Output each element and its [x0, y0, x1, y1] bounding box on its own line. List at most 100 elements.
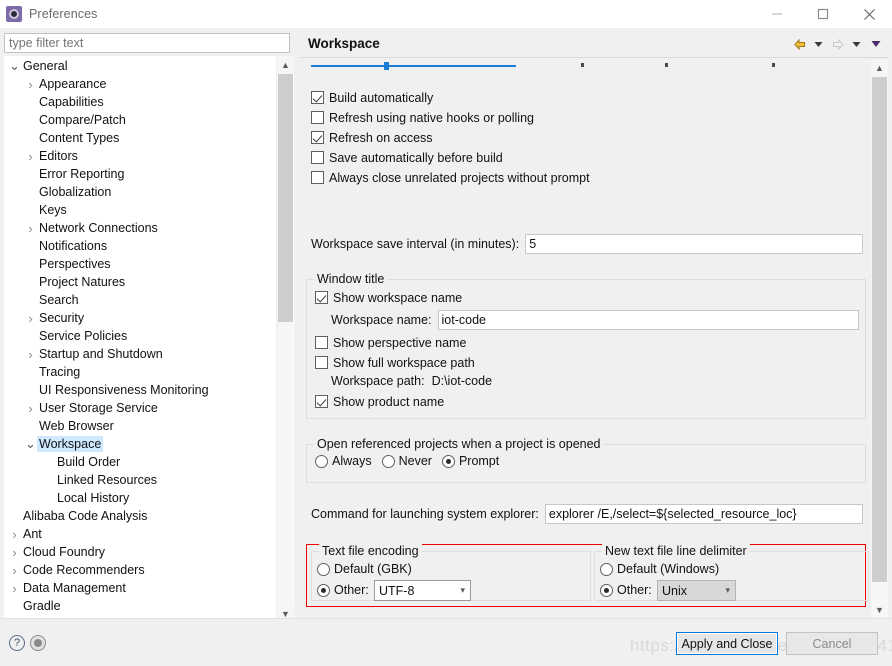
scrolled-slider-remnant[interactable]: [311, 59, 851, 73]
workspace-checkbox[interactable]: Always close unrelated projects without …: [311, 169, 590, 186]
scroll-down-icon[interactable]: ▼: [871, 601, 888, 618]
chevron-right-icon[interactable]: ›: [24, 312, 37, 325]
workspace-checkbox[interactable]: Save automatically before build: [311, 149, 503, 166]
delimiter-default-radio[interactable]: Default (Windows): [600, 562, 719, 576]
sidebar-item-build-order[interactable]: Build Order: [4, 453, 294, 471]
chevron-down-icon[interactable]: ⌄: [8, 59, 21, 72]
chevron-down-icon[interactable]: ⌄: [24, 437, 37, 450]
sidebar-item-error-reporting[interactable]: Error Reporting: [4, 165, 294, 183]
open-referenced-option[interactable]: Prompt: [441, 454, 499, 468]
open-referenced-option[interactable]: Always: [315, 454, 372, 468]
sidebar-item-tracing[interactable]: Tracing: [4, 363, 294, 381]
show-perspective-name-checkbox[interactable]: Show perspective name: [315, 334, 466, 351]
chevron-right-icon[interactable]: ›: [24, 150, 37, 163]
sidebar-item-compare-patch[interactable]: Compare/Patch: [4, 111, 294, 129]
sidebar-item-search[interactable]: Search: [4, 291, 294, 309]
encoding-select[interactable]: UTF-8 ▾: [374, 580, 471, 601]
workspace-checkbox[interactable]: Refresh using native hooks or polling: [311, 109, 534, 126]
apply-and-close-button[interactable]: Apply and Close: [676, 632, 778, 655]
sidebar-item-service-policies[interactable]: Service Policies: [4, 327, 294, 345]
help-question-icon[interactable]: ?: [9, 635, 25, 651]
sidebar-item-alibaba-code-analysis[interactable]: Alibaba Code Analysis: [4, 507, 294, 525]
slider-thumb[interactable]: [384, 62, 389, 70]
show-workspace-name-checkbox[interactable]: Show workspace name: [315, 289, 462, 306]
maximize-icon[interactable]: [800, 0, 846, 28]
sidebar-item-perspectives[interactable]: Perspectives: [4, 255, 294, 273]
chevron-right-icon[interactable]: ›: [8, 546, 21, 559]
open-referenced-legend: Open referenced projects when a project …: [314, 437, 604, 451]
preferences-tree[interactable]: ⌄ General › Appearance Capabilities Compare/P…: [4, 56, 294, 622]
sidebar-item-capabilities[interactable]: Capabilities: [4, 93, 294, 111]
show-full-workspace-path-checkbox[interactable]: Show full workspace path: [315, 354, 475, 371]
close-icon[interactable]: [846, 0, 892, 28]
chevron-right-icon[interactable]: ›: [8, 528, 21, 541]
workspace-name-input[interactable]: [437, 310, 859, 330]
scroll-up-icon[interactable]: ▲: [871, 59, 888, 76]
chevron-right-icon[interactable]: ›: [8, 564, 21, 577]
save-interval-input[interactable]: [525, 234, 863, 254]
chevron-right-icon[interactable]: ›: [8, 582, 21, 595]
sidebar-item-ui-responsiveness-monitoring[interactable]: UI Responsiveness Monitoring: [4, 381, 294, 399]
encoding-other-radio[interactable]: Other:: [317, 583, 369, 597]
radio-label: Never: [398, 454, 432, 468]
chevron-right-icon[interactable]: ›: [24, 78, 37, 91]
workspace-checkbox[interactable]: Refresh on access: [311, 129, 433, 146]
delimiter-other-radio[interactable]: Other:: [600, 583, 652, 597]
sidebar-item-security[interactable]: › Security: [4, 309, 294, 327]
show-product-name-checkbox[interactable]: Show product name: [315, 393, 444, 410]
contextual-help-icon[interactable]: [30, 635, 46, 651]
sidebar-item-code-recommenders[interactable]: › Code Recommenders: [4, 561, 294, 579]
line-delimiter-group: New text file line delimiter Default (Wi…: [594, 544, 869, 601]
forward-arrow-icon[interactable]: [829, 35, 846, 53]
tree-scrollbar[interactable]: ▲ ▼: [276, 56, 294, 622]
content-scroll-thumb[interactable]: [872, 77, 887, 582]
sidebar-item-cloud-foundry[interactable]: › Cloud Foundry: [4, 543, 294, 561]
chevron-right-icon[interactable]: ›: [24, 348, 37, 361]
back-arrow-icon[interactable]: [791, 35, 808, 53]
scroll-up-icon[interactable]: ▲: [277, 56, 294, 73]
sidebar-item-network-connections[interactable]: › Network Connections: [4, 219, 294, 237]
sidebar-item-editors[interactable]: › Editors: [4, 147, 294, 165]
explorer-command-input[interactable]: [544, 504, 863, 524]
window-title-group: Window title Show workspace name Workspa…: [306, 272, 866, 419]
cancel-button[interactable]: Cancel: [786, 632, 878, 655]
sidebar-item-local-history[interactable]: Local History: [4, 489, 294, 507]
sidebar-item-notifications[interactable]: Notifications: [4, 237, 294, 255]
sidebar-item-ant[interactable]: › Ant: [4, 525, 294, 543]
slider-tick: [581, 63, 584, 67]
encoding-default-radio[interactable]: Default (GBK): [317, 562, 412, 576]
delimiter-select[interactable]: Unix ▾: [657, 580, 736, 601]
sidebar-item-workspace[interactable]: ⌄ Workspace: [4, 435, 294, 453]
radio-label: Other:: [334, 583, 369, 597]
back-dropdown-icon[interactable]: [810, 35, 827, 53]
sidebar-item-gradle[interactable]: Gradle: [4, 597, 294, 615]
sidebar-item-startup-and-shutdown[interactable]: › Startup and Shutdown: [4, 345, 294, 363]
open-referenced-option[interactable]: Never: [381, 454, 432, 468]
sidebar-item-label: Compare/Patch: [39, 113, 126, 127]
sidebar-item-general[interactable]: ⌄ General: [4, 57, 294, 75]
tree-scroll-thumb[interactable]: [278, 74, 293, 322]
sidebar-item-web-browser[interactable]: Web Browser: [4, 417, 294, 435]
sidebar-item-data-management[interactable]: › Data Management: [4, 579, 294, 597]
sidebar-item-appearance[interactable]: › Appearance: [4, 75, 294, 93]
sidebar-item-keys[interactable]: Keys: [4, 201, 294, 219]
search-input[interactable]: [4, 33, 290, 53]
workspace-checkbox[interactable]: Build automatically: [311, 89, 433, 106]
sidebar-item-label: Appearance: [39, 77, 107, 91]
view-menu-icon[interactable]: [867, 35, 884, 53]
sidebar-item-project-natures[interactable]: Project Natures: [4, 273, 294, 291]
sidebar-item-label: Security: [39, 311, 85, 325]
sidebar-item-globalization[interactable]: Globalization: [4, 183, 294, 201]
minimize-icon[interactable]: [754, 0, 800, 28]
chevron-right-icon[interactable]: ›: [24, 402, 37, 415]
radio-dot: [600, 562, 613, 576]
content-scrollbar[interactable]: ▲ ▼: [871, 59, 888, 618]
sidebar-item-user-storage-service[interactable]: › User Storage Service: [4, 399, 294, 417]
window-titlebar: Preferences: [0, 0, 892, 28]
chevron-right-icon[interactable]: ›: [24, 222, 37, 235]
sidebar-item-content-types[interactable]: Content Types: [4, 129, 294, 147]
checkbox-box: [311, 151, 324, 164]
line-delimiter-legend: New text file line delimiter: [602, 544, 750, 558]
forward-dropdown-icon[interactable]: [848, 35, 865, 53]
sidebar-item-linked-resources[interactable]: Linked Resources: [4, 471, 294, 489]
